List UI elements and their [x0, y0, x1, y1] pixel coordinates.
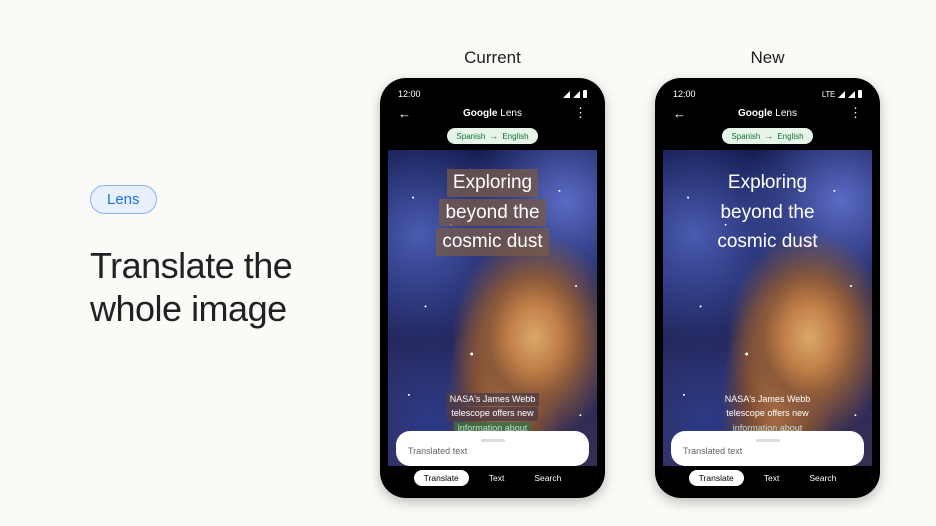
bottom-sheet[interactable]: Translated text: [671, 431, 864, 466]
signal-icon: [573, 91, 580, 98]
arrow-right-icon: →: [764, 131, 773, 141]
status-time: 12:00: [398, 89, 421, 99]
language-pill[interactable]: Spanish → English: [722, 128, 812, 144]
app-bar: ← Google Lens ⋮: [388, 102, 597, 124]
screen-new: 12:00 LTE ← Google Lens ⋮: [663, 86, 872, 490]
column-current: Current 12:00 ← Google Lens ⋮: [380, 48, 605, 498]
lang-to: English: [777, 132, 803, 141]
sheet-handle-icon[interactable]: [481, 439, 505, 442]
mode-bar: Translate Text Search: [388, 466, 597, 490]
language-selector-row: Spanish → English: [388, 124, 597, 150]
sheet-title: Translated text: [408, 446, 577, 456]
column-title-new: New: [655, 48, 880, 68]
slide: Lens Translate the whole image Current 1…: [0, 0, 936, 526]
mode-translate[interactable]: Translate: [689, 470, 744, 486]
battery-icon: [858, 90, 862, 98]
mode-search[interactable]: Search: [799, 470, 846, 486]
status-bar: 12:00: [388, 86, 597, 102]
phone-current: 12:00 ← Google Lens ⋮: [380, 78, 605, 498]
mode-search[interactable]: Search: [524, 470, 571, 486]
mode-translate[interactable]: Translate: [414, 470, 469, 486]
sheet-handle-icon[interactable]: [756, 439, 780, 442]
lang-from: Spanish: [456, 132, 485, 141]
headline: Translate the whole image: [90, 244, 370, 330]
bottom-sheet[interactable]: Translated text: [396, 431, 589, 466]
translated-heading: Exploring beyond the cosmic dust: [663, 168, 872, 257]
signal-icon: [838, 91, 845, 98]
language-selector-row: Spanish → English: [663, 124, 872, 150]
phone-new: 12:00 LTE ← Google Lens ⋮: [655, 78, 880, 498]
signal-icon: [848, 91, 855, 98]
mode-text[interactable]: Text: [754, 470, 790, 486]
app-title: Google Lens: [388, 108, 597, 119]
more-icon[interactable]: ⋮: [574, 105, 587, 121]
language-pill[interactable]: Spanish → English: [447, 128, 537, 144]
battery-icon: [583, 90, 587, 98]
left-text-block: Lens Translate the whole image: [90, 185, 370, 330]
more-icon[interactable]: ⋮: [849, 105, 862, 121]
lang-to: English: [502, 132, 528, 141]
status-bar: 12:00 LTE: [663, 86, 872, 102]
phones-row: Current 12:00 ← Google Lens ⋮: [380, 48, 880, 498]
app-bar: ← Google Lens ⋮: [663, 102, 872, 124]
lens-chip: Lens: [90, 185, 157, 214]
signal-icon: [563, 91, 570, 98]
sheet-title: Translated text: [683, 446, 852, 456]
column-title-current: Current: [380, 48, 605, 68]
arrow-right-icon: →: [489, 131, 498, 141]
screen-current: 12:00 ← Google Lens ⋮: [388, 86, 597, 490]
app-title: Google Lens: [663, 108, 872, 119]
back-icon[interactable]: ←: [673, 106, 686, 121]
status-time: 12:00: [673, 89, 696, 99]
status-lte: LTE: [822, 90, 835, 99]
column-new: New 12:00 LTE ← Google Lens: [655, 48, 880, 498]
lang-from: Spanish: [731, 132, 760, 141]
mode-bar: Translate Text Search: [663, 466, 872, 490]
mode-text[interactable]: Text: [479, 470, 515, 486]
translated-heading: Exploring beyond the cosmic dust: [388, 168, 597, 257]
viewfinder: Exploring beyond the cosmic dust NASA's …: [388, 150, 597, 490]
viewfinder: Exploring beyond the cosmic dust NASA's …: [663, 150, 872, 490]
back-icon[interactable]: ←: [398, 106, 411, 121]
